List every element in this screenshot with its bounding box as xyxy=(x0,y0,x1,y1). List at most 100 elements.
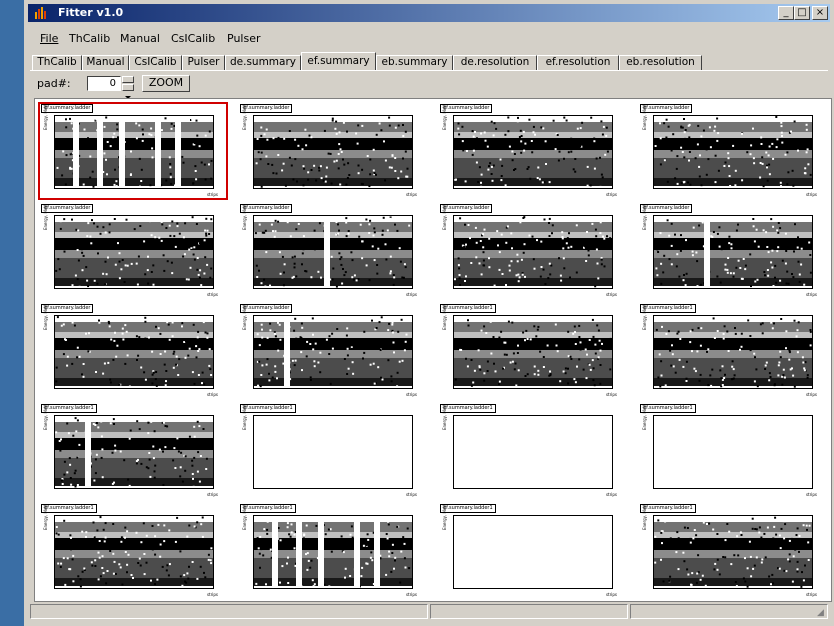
tab-eb-summary[interactable]: eb.summary xyxy=(376,55,453,70)
plot-pad[interactable]: ef.summary.ladder Energy, MeV strips xyxy=(239,204,425,298)
pad-title: ef.summary.ladder xyxy=(640,104,693,113)
tab-csicalib[interactable]: CsICalib xyxy=(129,55,182,70)
plot-pad[interactable]: ef.summary.ladder Energy, MeV strips xyxy=(639,104,825,198)
plot-pad[interactable]: ef.summary.ladder1 Energy, MeV strips xyxy=(639,304,825,398)
pad-x-axis-label: strips xyxy=(405,192,417,197)
plot-pad[interactable]: ef.summary.ladder Energy, MeV strips xyxy=(639,204,825,298)
tab-de-resolution[interactable]: de.resolution xyxy=(453,55,537,70)
tab-bar: ThCalib Manual CsICalib Pulser de.summar… xyxy=(28,52,830,71)
plot-pad[interactable]: ef.summary.ladder Energy, MeV strips xyxy=(38,102,228,200)
pad-x-axis-label: strips xyxy=(605,292,617,297)
pad-y-axis-label: Energy, MeV xyxy=(43,104,48,130)
spin-up-button[interactable] xyxy=(122,76,134,91)
pad-y-axis-label: Energy, MeV xyxy=(242,304,247,330)
plot-pad[interactable]: ef.summary.ladder1 Energy, MeV strips xyxy=(439,404,625,498)
plot-pad[interactable]: ef.summary.ladder Energy, MeV strips xyxy=(239,104,425,198)
pad-y-axis-label: Energy, MeV xyxy=(242,504,247,530)
pad-scatter-plot xyxy=(253,415,413,489)
pad-y-axis-label: Energy, MeV xyxy=(242,204,247,230)
pad-x-axis-label: strips xyxy=(805,592,817,597)
plot-pad[interactable]: ef.summary.ladder1 Energy, MeV strips xyxy=(40,504,226,598)
menu-thcalib[interactable]: ThCalib xyxy=(69,32,110,45)
pad-x-axis-label: strips xyxy=(206,192,218,197)
plot-canvas[interactable]: ef.summary.ladder Energy, MeV strips ef.sum… xyxy=(34,98,832,602)
pad-x-axis-label: strips xyxy=(206,592,218,597)
pad-scatter-plot xyxy=(54,515,214,589)
pad-scatter-plot xyxy=(54,115,214,189)
pad-x-axis-label: strips xyxy=(605,392,617,397)
pad-title: ef.summary.ladder1 xyxy=(41,504,97,513)
app-icon xyxy=(35,7,46,19)
plot-pad[interactable]: ef.summary.ladder1 Energy, MeV strips xyxy=(40,404,226,498)
pad-x-axis-label: strips xyxy=(405,292,417,297)
status-cell-2 xyxy=(430,604,628,619)
zoom-button[interactable]: ZOOM xyxy=(142,75,190,92)
menu-csicalib[interactable]: CsICalib xyxy=(171,32,215,45)
minimize-button[interactable]: _ xyxy=(778,6,794,20)
spin-down-button[interactable] xyxy=(122,84,134,99)
pad-y-axis-label: Energy, MeV xyxy=(442,104,447,130)
tab-de-summary[interactable]: de.summary xyxy=(225,55,301,70)
pad-scatter-plot xyxy=(54,215,214,289)
plot-pad[interactable]: ef.summary.ladder1 Energy, MeV strips xyxy=(639,504,825,598)
pad-title: ef.summary.ladder xyxy=(440,104,493,113)
pad-x-axis-label: strips xyxy=(206,292,218,297)
pad-y-axis-label: Energy, MeV xyxy=(642,204,647,230)
plot-pad[interactable]: ef.summary.ladder Energy, MeV strips xyxy=(239,304,425,398)
pad-y-axis-label: Energy, MeV xyxy=(642,304,647,330)
pad-y-axis-label: Energy, MeV xyxy=(43,204,48,230)
pad-title: ef.summary.ladder1 xyxy=(440,404,496,413)
pad-title: ef.summary.ladder1 xyxy=(41,404,97,413)
plot-pad[interactable]: ef.summary.ladder Energy, MeV strips xyxy=(439,104,625,198)
plot-pad[interactable]: ef.summary.ladder Energy, MeV strips xyxy=(40,304,226,398)
plot-pad[interactable]: ef.summary.ladder1 Energy, MeV strips xyxy=(439,504,625,598)
pad-title: ef.summary.ladder xyxy=(41,204,94,213)
plot-pad[interactable]: ef.summary.ladder1 Energy, MeV strips xyxy=(639,404,825,498)
pad-x-axis-label: strips xyxy=(206,492,218,497)
tab-ef-resolution[interactable]: ef.resolution xyxy=(537,55,619,70)
pad-spinner[interactable] xyxy=(122,76,134,99)
status-cell-1 xyxy=(30,604,428,619)
plot-pad[interactable]: ef.summary.ladder1 Energy, MeV strips xyxy=(439,304,625,398)
close-button[interactable]: × xyxy=(812,6,828,20)
tab-eb-resolution[interactable]: eb.resolution xyxy=(619,55,702,70)
pad-title: ef.summary.ladder xyxy=(240,304,293,313)
pad-label: pad#: xyxy=(37,77,71,90)
pad-y-axis-label: Energy, MeV xyxy=(642,504,647,530)
pad-scatter-plot xyxy=(253,315,413,389)
pad-x-axis-label: strips xyxy=(605,592,617,597)
pad-x-axis-label: strips xyxy=(206,392,218,397)
maximize-button[interactable]: □ xyxy=(794,6,810,20)
plot-pad[interactable]: ef.summary.ladder Energy, MeV strips xyxy=(439,204,625,298)
pad-title: ef.summary.ladder xyxy=(240,104,293,113)
fitter-window: Fitter v1.0 _ □ × File ThCalib Manual Cs… xyxy=(24,0,834,626)
pad-title: ef.summary.ladder1 xyxy=(240,504,296,513)
window-title: Fitter v1.0 xyxy=(58,6,124,19)
tab-manual[interactable]: Manual xyxy=(82,55,129,70)
pad-scatter-plot xyxy=(253,115,413,189)
pad-scatter-plot xyxy=(653,315,813,389)
tab-pulser[interactable]: Pulser xyxy=(182,55,225,70)
tab-ef-summary[interactable]: ef.summary xyxy=(301,52,376,71)
pad-x-axis-label: strips xyxy=(805,492,817,497)
status-cell-3 xyxy=(630,604,828,619)
pad-title: ef.summary.ladder xyxy=(41,304,94,313)
pad-scatter-plot xyxy=(453,515,613,589)
pad-y-axis-label: Energy, MeV xyxy=(43,304,48,330)
plot-pad[interactable]: ef.summary.ladder1 Energy, MeV strips xyxy=(239,504,425,598)
pad-number-input[interactable]: 0 xyxy=(87,76,121,91)
pad-title: ef.summary.ladder1 xyxy=(640,504,696,513)
resize-grip-icon[interactable]: ◢ xyxy=(817,608,827,618)
menu-pulser[interactable]: Pulser xyxy=(227,32,261,45)
pad-title: ef.summary.ladder xyxy=(240,204,293,213)
pad-scatter-plot xyxy=(653,415,813,489)
plot-pad[interactable]: ef.summary.ladder Energy, MeV strips xyxy=(40,204,226,298)
menu-manual[interactable]: Manual xyxy=(120,32,160,45)
title-bar[interactable]: Fitter v1.0 _ □ × xyxy=(28,4,830,22)
tab-thcalib[interactable]: ThCalib xyxy=(32,55,82,70)
pad-title: ef.summary.ladder xyxy=(440,204,493,213)
pad-x-axis-label: strips xyxy=(805,292,817,297)
menu-file[interactable]: File xyxy=(40,32,58,45)
pad-title: ef.summary.ladder1 xyxy=(440,304,496,313)
plot-pad[interactable]: ef.summary.ladder1 Energy, MeV strips xyxy=(239,404,425,498)
